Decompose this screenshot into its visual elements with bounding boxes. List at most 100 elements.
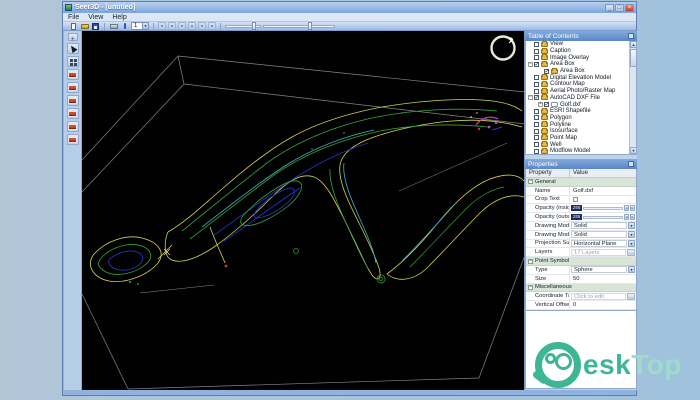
dropdown-arrow-icon[interactable] — [628, 231, 635, 239]
property-row[interactable]: Crop Text ◂ ▸ — [526, 195, 636, 205]
visibility-checkbox[interactable] — [534, 128, 539, 134]
menu-item[interactable]: Help — [112, 14, 126, 21]
visibility-checkbox[interactable] — [534, 48, 539, 54]
property-row[interactable]: Point Symbol ◂ ▸ — [526, 257, 636, 266]
slider-thumb[interactable] — [307, 22, 312, 30]
visibility-checkbox[interactable] — [534, 55, 539, 61]
group-expander-icon[interactable] — [528, 258, 533, 264]
property-row[interactable]: Drawing Mode ( Solid Solid ◂ ▸ — [526, 230, 636, 240]
property-row[interactable]: Layers 17 Layers 17 Layers ◂ ▸ — [526, 248, 636, 258]
property-value[interactable]: 17 Layers 17 Layers ◂ ▸ — [570, 248, 636, 256]
visibility-checkbox[interactable] — [534, 94, 540, 101]
minimize-button[interactable] — [605, 3, 614, 12]
dropdown-arrow-icon[interactable] — [628, 222, 635, 230]
toc-header[interactable]: Table of Contents — [525, 31, 637, 41]
capture-button[interactable] — [120, 22, 129, 30]
property-row[interactable]: Type Sphere Sphere ◂ ▸ — [526, 265, 636, 275]
spin-down-icon[interactable]: ◂ — [624, 214, 629, 221]
visibility-checkbox[interactable] — [534, 135, 539, 141]
play-button[interactable] — [178, 22, 186, 30]
nav-next-button[interactable] — [198, 22, 206, 30]
property-row[interactable]: General ◂ ▸ — [526, 178, 636, 187]
property-value[interactable]: 255 255 ◂ ▸ — [570, 204, 636, 212]
property-value[interactable]: Golf.dxf Golf.dxf ◂ ▸ — [570, 187, 636, 195]
property-value[interactable]: Sphere Sphere ◂ ▸ — [570, 266, 636, 274]
property-value[interactable]: Click to edit Click to edit ◂ ▸ — [570, 292, 636, 300]
close-button[interactable] — [625, 3, 634, 12]
visibility-checkbox[interactable] — [534, 142, 539, 148]
view-preset-1-button[interactable] — [66, 69, 79, 80]
ellipsis-button[interactable] — [627, 248, 635, 256]
property-value[interactable]: Solid Solid ◂ ▸ — [570, 222, 636, 230]
property-row[interactable]: Drawing Mode ( Solid Solid ◂ ▸ — [526, 221, 636, 231]
speed-slider[interactable] — [263, 22, 335, 30]
maximize-button[interactable] — [615, 3, 624, 12]
menu-item[interactable]: View — [88, 14, 103, 21]
view-preset-2-button[interactable] — [66, 82, 79, 93]
compass-widget[interactable] — [490, 35, 516, 61]
animation-slider[interactable] — [225, 22, 261, 30]
property-value[interactable]: ◂ ▸ — [570, 196, 636, 204]
3d-viewport[interactable] — [82, 31, 524, 390]
visibility-checkbox[interactable] — [534, 88, 539, 94]
visibility-checkbox[interactable] — [534, 115, 539, 121]
view-preset-6-button[interactable] — [66, 134, 79, 145]
view-preset-4-button[interactable] — [66, 108, 79, 119]
select-tool-button[interactable] — [66, 43, 79, 54]
toc-scrollbar[interactable] — [629, 41, 636, 154]
ellipsis-button[interactable] — [627, 292, 635, 300]
group-expander-icon[interactable] — [528, 179, 533, 185]
property-value[interactable]: Horizontal Plane Horizontal Plane ◂ ▸ — [570, 239, 636, 248]
visibility-checkbox[interactable] — [534, 75, 539, 81]
tree-expander-icon[interactable] — [528, 61, 533, 67]
opacity-slider[interactable] — [583, 215, 623, 219]
property-row[interactable]: Coordinate Tran Click to edit Click to e… — [526, 292, 636, 302]
print-button[interactable] — [109, 22, 118, 30]
property-row[interactable]: Vertical Offset 0 0 ◂ ▸ — [526, 301, 636, 310]
properties-header[interactable]: Properties — [525, 159, 637, 169]
stop-button[interactable] — [188, 22, 196, 30]
tree-expander-icon[interactable] — [538, 102, 543, 108]
title-bar[interactable]: Seer3D - [untitled] — [63, 2, 636, 13]
property-row[interactable]: Name Golf.dxf Golf.dxf ◂ ▸ — [526, 186, 636, 196]
nav-last-button[interactable] — [208, 22, 216, 30]
property-value[interactable]: 255 255 ◂ ▸ — [570, 213, 636, 221]
chevron-down-icon[interactable] — [142, 23, 148, 29]
visibility-checkbox[interactable] — [544, 68, 550, 75]
nav-first-button[interactable] — [158, 22, 166, 30]
frame-combo[interactable]: 1 — [131, 22, 149, 30]
tree-expander-icon[interactable] — [528, 95, 533, 101]
toc-item[interactable]: Area Box — [526, 60, 629, 68]
view-preset-5-button[interactable] — [66, 121, 79, 132]
opacity-slider[interactable] — [583, 206, 623, 210]
panel-pin-icon[interactable] — [628, 161, 634, 167]
scroll-down-icon[interactable] — [630, 147, 636, 154]
value-checkbox[interactable] — [573, 196, 578, 202]
toc-item[interactable]: Modflow Model — [526, 147, 629, 154]
3d-scene[interactable] — [82, 31, 524, 390]
menu-item[interactable]: File — [68, 14, 79, 21]
property-row[interactable]: Opacity (outside 255 255 ◂ ▸ — [526, 213, 636, 222]
property-row[interactable]: Opacity (inside c 255 255 ◂ ▸ — [526, 204, 636, 214]
scroll-thumb[interactable] — [630, 49, 636, 67]
view-preset-3-button[interactable] — [66, 95, 79, 106]
visibility-checkbox[interactable] — [534, 41, 539, 47]
open-file-button[interactable] — [80, 22, 89, 30]
dropdown-arrow-icon[interactable] — [628, 239, 635, 247]
slider-thumb[interactable] — [252, 22, 257, 30]
property-value[interactable]: 0 0 ◂ ▸ — [570, 301, 636, 309]
pan-tool-button[interactable] — [66, 56, 79, 67]
spin-down-icon[interactable]: ◂ — [624, 205, 629, 212]
property-value[interactable]: 50 50 ◂ ▸ — [570, 275, 636, 283]
scroll-up-icon[interactable] — [630, 41, 636, 48]
visibility-checkbox[interactable] — [534, 122, 539, 128]
visibility-checkbox[interactable] — [534, 148, 539, 154]
property-row[interactable]: Size 50 50 ◂ ▸ — [526, 274, 636, 284]
visibility-checkbox[interactable] — [534, 108, 539, 114]
property-row[interactable]: Miscellaneous ◂ ▸ — [526, 283, 636, 293]
property-value[interactable]: Solid Solid ◂ ▸ — [570, 231, 636, 239]
spin-up-icon[interactable]: ▸ — [630, 214, 635, 221]
property-row[interactable]: Projection Surfa Horizontal Plane Horizo… — [526, 239, 636, 249]
visibility-checkbox[interactable] — [534, 81, 539, 87]
dropdown-arrow-icon[interactable] — [628, 266, 635, 274]
